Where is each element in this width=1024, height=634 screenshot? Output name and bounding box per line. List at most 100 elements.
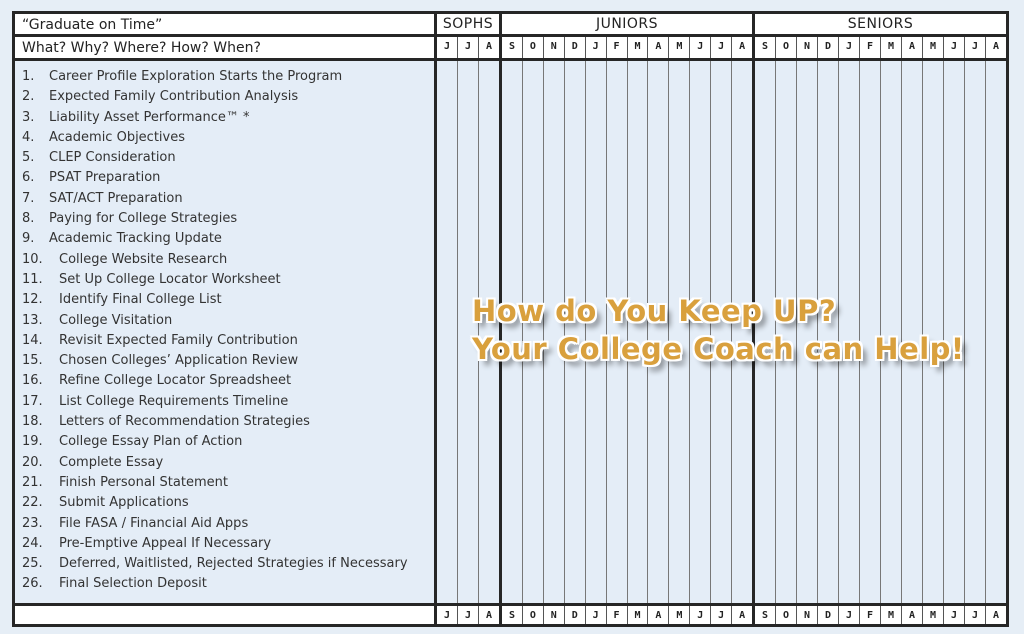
task-number: 2. (22, 89, 35, 105)
month-label: N (797, 37, 818, 58)
task-item: 9. Academic Tracking Update (22, 229, 434, 249)
month-label: N (544, 606, 565, 624)
footer-blank-cell (15, 603, 437, 624)
month-label: F (607, 37, 628, 58)
promo-line-2: Your College Coach can Help! (472, 332, 965, 366)
chart-subtitle: What? Why? Where? How? When? (15, 37, 437, 61)
task-item: 15. Chosen Colleges’ Application Review (22, 351, 434, 371)
month-label: S (755, 606, 776, 624)
month-label: S (755, 37, 776, 58)
month-label: M (881, 37, 902, 58)
task-label: College Visitation (59, 312, 173, 328)
task-item: 4. Academic Objectives (22, 128, 434, 148)
month-label: N (544, 37, 565, 58)
task-item: 3. Liability Asset Performance™ * (22, 108, 434, 128)
month-label: S (502, 37, 523, 58)
month-label: J (437, 606, 458, 624)
task-number: 20. (22, 454, 43, 470)
month-label: J (965, 606, 986, 624)
month-label: J (586, 606, 607, 624)
task-number: 9. (22, 231, 35, 247)
task-label: SAT/ACT Preparation (49, 190, 183, 206)
month-row-sophs: JJA (437, 37, 502, 61)
month-label: O (776, 606, 797, 624)
month-label: J (458, 606, 479, 624)
task-number: 14. (22, 332, 43, 348)
task-label: Refine College Locator Spreadsheet (59, 373, 292, 389)
task-item: 2. Expected Family Contribution Analysis (22, 87, 434, 107)
task-item: 11. Set Up College Locator Worksheet (22, 270, 434, 290)
task-item: 5. CLEP Consideration (22, 148, 434, 168)
task-item: 17. List College Requirements Timeline (22, 392, 434, 412)
month-label: M (628, 606, 649, 624)
task-number: 10. (22, 251, 43, 267)
task-label: Identify Final College List (59, 292, 222, 308)
task-number: 7. (22, 190, 35, 206)
month-label: A (648, 37, 670, 58)
task-item: 19. College Essay Plan of Action (22, 432, 434, 452)
task-number: 5. (22, 150, 35, 166)
month-label: D (818, 606, 839, 624)
task-item: 6. PSAT Preparation (22, 168, 434, 188)
task-label: Revisit Expected Family Contribution (59, 332, 298, 348)
task-label: Submit Applications (59, 495, 189, 511)
month-label: O (776, 37, 797, 58)
task-item: 1. Career Profile Exploration Starts the … (22, 67, 434, 87)
footer-month-row-seniors: SONDJFMAMJJA (755, 603, 1006, 624)
task-item: 26. Final Selection Deposit (22, 574, 434, 594)
promo-line-1: How do You Keep UP? (472, 294, 837, 328)
month-label: J (944, 37, 965, 58)
task-number: 17. (22, 393, 43, 409)
month-label: J (944, 606, 965, 624)
task-number: 4. (22, 129, 35, 145)
task-item: 23. File FASA / Financial Aid Apps (22, 514, 434, 534)
month-label: D (565, 37, 586, 58)
month-label: A (485, 41, 493, 52)
task-item: 14. Revisit Expected Family Contribution (22, 331, 434, 351)
month-label: M (669, 606, 691, 624)
task-label: Set Up College Locator Worksheet (59, 271, 281, 287)
month-label: D (565, 606, 586, 624)
task-item: 25. Deferred, Waitlisted, Rejected Strate… (22, 554, 434, 574)
task-label: Deferred, Waitlisted, Rejected Strategie… (59, 556, 408, 572)
task-label: College Essay Plan of Action (59, 434, 243, 450)
task-item: 10. College Website Research (22, 250, 434, 270)
month-label: J (965, 37, 986, 58)
task-number: 15. (22, 353, 43, 369)
task-item: 24. Pre-Emptive Appeal If Necessary (22, 534, 434, 554)
month-column (986, 61, 1006, 603)
task-label: College Website Research (59, 251, 228, 267)
month-label: M (669, 37, 691, 58)
month-label: M (923, 37, 944, 58)
task-label: Expected Family Contribution Analysis (49, 89, 299, 105)
section-header-seniors: SENIORS (755, 14, 1006, 37)
month-label: S (502, 606, 523, 624)
month-column (965, 61, 986, 603)
month-label: J (690, 606, 712, 624)
month-label: F (860, 37, 881, 58)
task-label: Academic Tracking Update (49, 231, 222, 247)
task-number: 11. (22, 271, 43, 287)
task-item: 18. Letters of Recommendation Strategies (22, 412, 434, 432)
task-number: 21. (22, 474, 43, 490)
task-number: 18. (22, 414, 43, 430)
month-label: A (902, 37, 923, 58)
month-label: M (923, 606, 944, 624)
task-number: 3. (22, 109, 35, 125)
footer-month-row-sophs: JJA (437, 603, 502, 624)
task-label: Letters of Recommendation Strategies (59, 414, 310, 430)
task-label: Academic Objectives (49, 129, 185, 145)
task-list: 1. Career Profile Exploration Starts the … (15, 61, 437, 603)
chart-title: “Graduate on Time” (15, 14, 437, 37)
month-label: N (797, 606, 818, 624)
task-number: 6. (22, 170, 35, 186)
task-label: Final Selection Deposit (59, 576, 207, 592)
task-number: 16. (22, 373, 43, 389)
task-number: 12. (22, 292, 43, 308)
task-item: 21. Finish Personal Statement (22, 473, 434, 493)
task-label: PSAT Preparation (49, 170, 161, 186)
task-number: 23. (22, 515, 43, 531)
month-label: J (839, 37, 860, 58)
month-label: J (586, 37, 607, 58)
month-column (437, 61, 458, 603)
